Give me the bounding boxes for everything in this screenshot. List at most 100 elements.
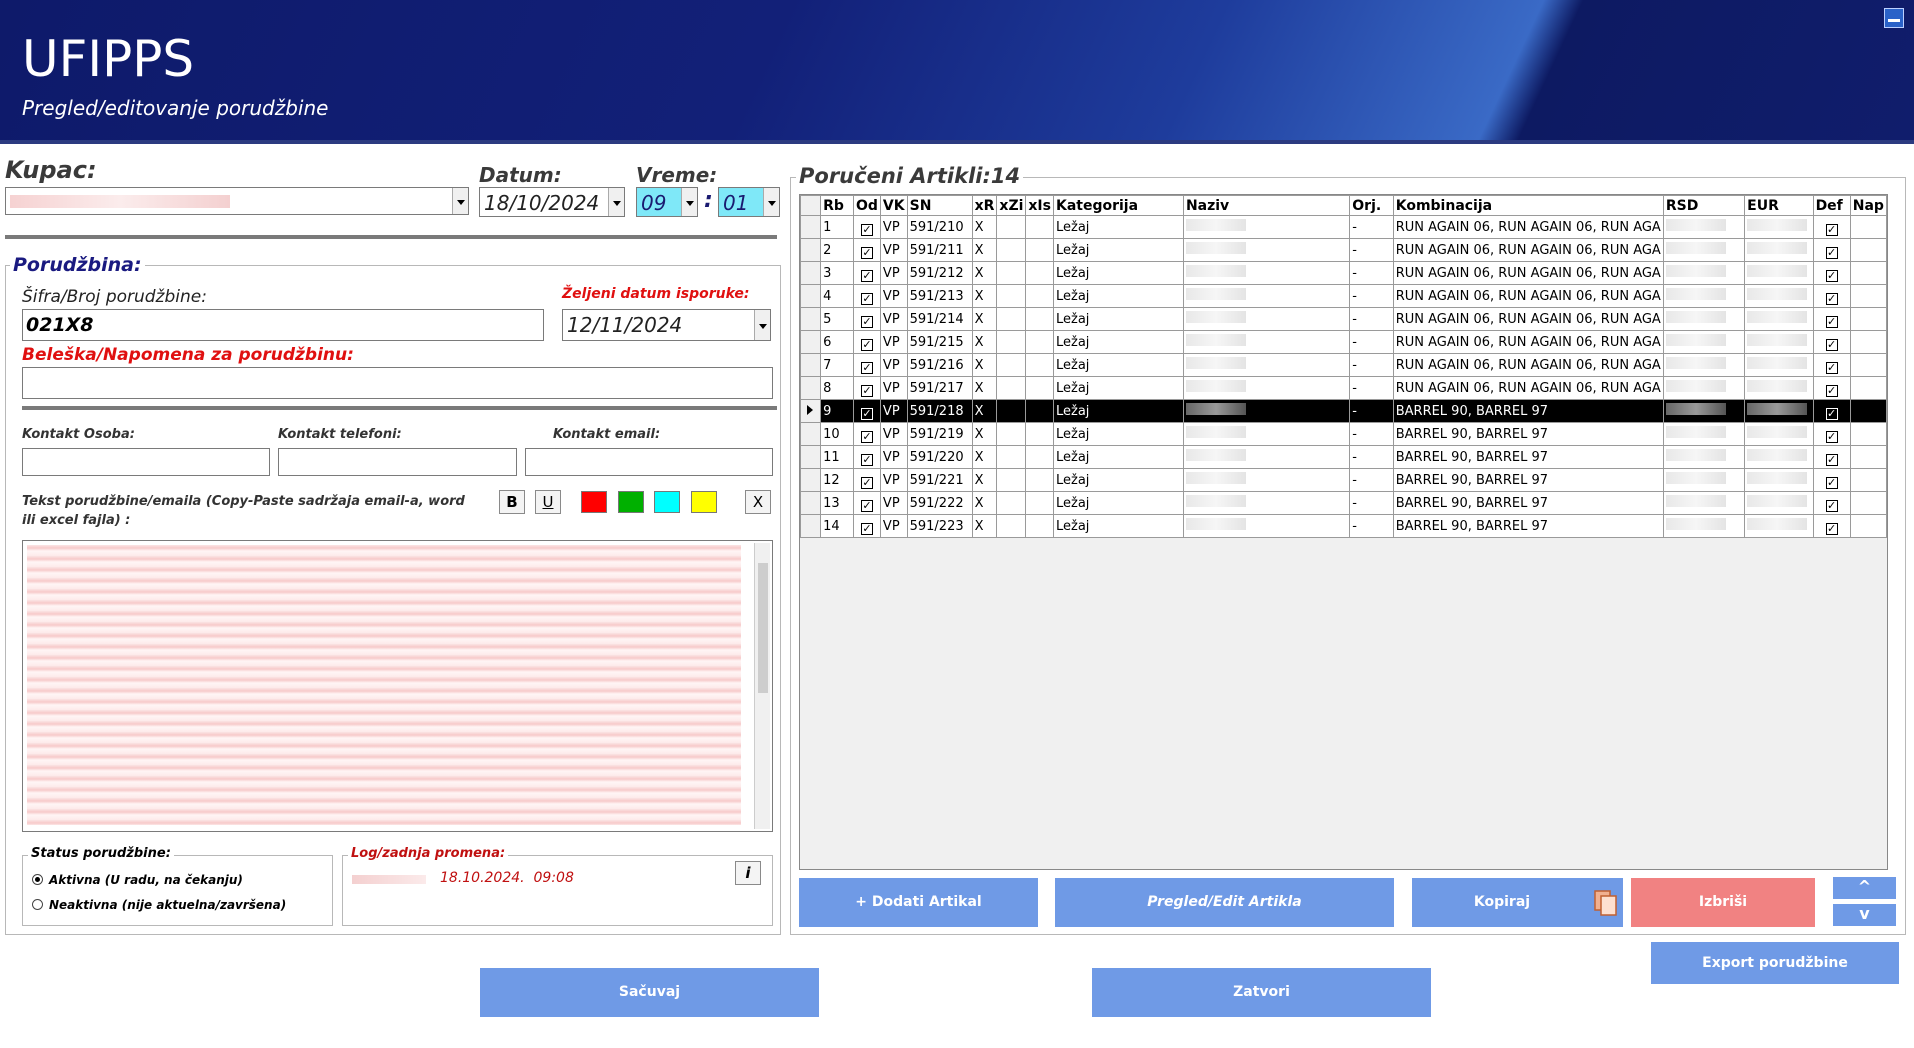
checkbox-def[interactable]: ✓ — [1812, 514, 1851, 538]
checkbox-icon[interactable]: ✓ — [1825, 361, 1838, 374]
checkbox-icon[interactable]: ✓ — [860, 223, 873, 236]
status-inactive-radio[interactable] — [32, 899, 43, 910]
contact-phones-input[interactable] — [278, 448, 517, 476]
chevron-down-icon[interactable] — [452, 188, 468, 214]
checkbox-od[interactable]: ✓ — [852, 330, 881, 354]
checkbox-icon[interactable]: ✓ — [860, 269, 873, 282]
bold-button[interactable]: B — [499, 490, 525, 514]
table-row[interactable]: 9 ✓ VP 591/218 X Ležaj - BARREL 90, BARREL 97 ✓ — [799, 399, 1888, 423]
close-button[interactable]: Zatvori — [1092, 968, 1431, 1017]
info-button[interactable]: i — [735, 861, 761, 885]
edit-article-button[interactable]: Pregled/Edit Artikla — [1055, 878, 1394, 927]
checkbox-icon[interactable]: ✓ — [1825, 292, 1838, 305]
articles-grid[interactable]: Rb Od VK SN xR xZi xIs Kategorija Naziv Orj. Kombi… — [799, 194, 1888, 870]
checkbox-od[interactable]: ✓ — [852, 514, 881, 538]
table-row[interactable]: 5 ✓ VP 591/214 X Ležaj - RUN AGAIN 06, RUN AGAI… — [799, 307, 1888, 331]
row-selector[interactable] — [799, 491, 822, 515]
checkbox-od[interactable]: ✓ — [852, 376, 881, 400]
checkbox-od[interactable]: ✓ — [852, 445, 881, 469]
row-selector[interactable] — [799, 215, 822, 239]
table-row[interactable]: 6 ✓ VP 591/215 X Ležaj - RUN AGAIN 06, RUN AGAI… — [799, 330, 1888, 354]
checkbox-icon[interactable]: ✓ — [1825, 476, 1838, 489]
row-selector[interactable] — [799, 330, 822, 354]
order-number-input[interactable]: 021X8 — [22, 309, 544, 341]
checkbox-def[interactable]: ✓ — [1812, 353, 1851, 377]
table-row[interactable]: 14 ✓ VP 591/223 X Ležaj - BARREL 90, BARREL 97 ✓ — [799, 514, 1888, 538]
status-active-radio[interactable] — [32, 874, 43, 885]
chevron-down-icon[interactable] — [681, 188, 697, 216]
checkbox-icon[interactable]: ✓ — [860, 384, 873, 397]
column-header[interactable]: RSD — [1662, 195, 1746, 216]
row-selector[interactable] — [799, 353, 822, 377]
table-row[interactable]: 1 ✓ VP 591/210 X Ležaj - RUN AGAIN 06, RUN AGAI… — [799, 215, 1888, 239]
checkbox-icon[interactable]: ✓ — [860, 522, 873, 535]
checkbox-def[interactable]: ✓ — [1812, 261, 1851, 285]
row-selector[interactable] — [799, 514, 822, 538]
column-header[interactable]: Kategorija — [1052, 195, 1184, 216]
row-selector[interactable] — [799, 468, 822, 492]
checkbox-def[interactable]: ✓ — [1812, 376, 1851, 400]
table-row[interactable]: 2 ✓ VP 591/211 X Ležaj - RUN AGAIN 06, RUN AGAI… — [799, 238, 1888, 262]
checkbox-od[interactable]: ✓ — [852, 353, 881, 377]
chevron-down-icon[interactable] — [763, 188, 779, 216]
underline-button[interactable]: U — [535, 490, 561, 514]
checkbox-od[interactable]: ✓ — [852, 399, 881, 423]
column-header[interactable]: Naziv — [1182, 195, 1351, 216]
chevron-down-icon[interactable] — [608, 188, 624, 216]
column-header[interactable]: VK — [879, 195, 908, 216]
email-text-area[interactable] — [22, 540, 773, 832]
table-row[interactable]: 4 ✓ VP 591/213 X Ležaj - RUN AGAIN 06, RUN AGAI… — [799, 284, 1888, 308]
row-selector[interactable] — [799, 284, 822, 308]
column-header[interactable]: Rb — [820, 195, 854, 216]
clear-format-button[interactable]: X — [745, 490, 771, 514]
time-minute-select[interactable]: 01 — [718, 187, 780, 217]
checkbox-icon[interactable]: ✓ — [1825, 384, 1838, 397]
checkbox-def[interactable]: ✓ — [1812, 330, 1851, 354]
checkbox-def[interactable]: ✓ — [1812, 468, 1851, 492]
column-header[interactable]: EUR — [1744, 195, 1814, 216]
row-selector[interactable] — [799, 376, 822, 400]
column-header[interactable]: xIs — [1025, 195, 1054, 216]
color-red-button[interactable] — [581, 491, 607, 513]
column-header[interactable]: Od — [852, 195, 881, 216]
row-selector[interactable] — [799, 307, 822, 331]
row-selector[interactable] — [799, 238, 822, 262]
checkbox-icon[interactable]: ✓ — [860, 292, 873, 305]
column-header[interactable]: SN — [906, 195, 973, 216]
minimize-icon[interactable] — [1884, 8, 1904, 28]
checkbox-def[interactable]: ✓ — [1812, 238, 1851, 262]
checkbox-icon[interactable]: ✓ — [860, 453, 873, 466]
checkbox-def[interactable]: ✓ — [1812, 215, 1851, 239]
checkbox-icon[interactable]: ✓ — [1825, 338, 1838, 351]
checkbox-def[interactable]: ✓ — [1812, 445, 1851, 469]
copy-button[interactable]: Kopiraj — [1412, 878, 1623, 927]
row-selector[interactable] — [799, 399, 822, 423]
checkbox-icon[interactable]: ✓ — [1825, 453, 1838, 466]
checkbox-od[interactable]: ✓ — [852, 307, 881, 331]
table-row[interactable]: 13 ✓ VP 591/222 X Ležaj - BARREL 90, BARREL 97 ✓ — [799, 491, 1888, 515]
checkbox-icon[interactable]: ✓ — [860, 430, 873, 443]
delivery-date-picker[interactable]: 12/11/2024 — [562, 309, 771, 341]
move-down-button[interactable]: v — [1833, 904, 1896, 926]
chevron-down-icon[interactable] — [754, 310, 770, 340]
checkbox-icon[interactable]: ✓ — [860, 407, 873, 420]
checkbox-od[interactable]: ✓ — [852, 468, 881, 492]
table-row[interactable]: 7 ✓ VP 591/216 X Ležaj - RUN AGAIN 06, RUN AGAI… — [799, 353, 1888, 377]
contact-person-input[interactable] — [22, 448, 270, 476]
color-cyan-button[interactable] — [654, 491, 680, 513]
checkbox-icon[interactable]: ✓ — [1825, 223, 1838, 236]
checkbox-icon[interactable]: ✓ — [860, 338, 873, 351]
column-header[interactable]: Kombinacija — [1392, 195, 1664, 216]
date-picker[interactable]: 18/10/2024 — [479, 187, 625, 217]
table-row[interactable]: 11 ✓ VP 591/220 X Ležaj - BARREL 90, BARREL 97 ✓ — [799, 445, 1888, 469]
row-selector[interactable] — [799, 422, 822, 446]
checkbox-od[interactable]: ✓ — [852, 284, 881, 308]
table-row[interactable]: 8 ✓ VP 591/217 X Ležaj - RUN AGAIN 06, RUN AGAI… — [799, 376, 1888, 400]
checkbox-icon[interactable]: ✓ — [1825, 315, 1838, 328]
column-header[interactable]: xZi — [996, 195, 1027, 216]
checkbox-icon[interactable]: ✓ — [860, 246, 873, 259]
checkbox-icon[interactable]: ✓ — [1825, 499, 1838, 512]
checkbox-def[interactable]: ✓ — [1812, 284, 1851, 308]
column-header[interactable]: Def — [1812, 195, 1851, 216]
checkbox-icon[interactable]: ✓ — [1825, 246, 1838, 259]
